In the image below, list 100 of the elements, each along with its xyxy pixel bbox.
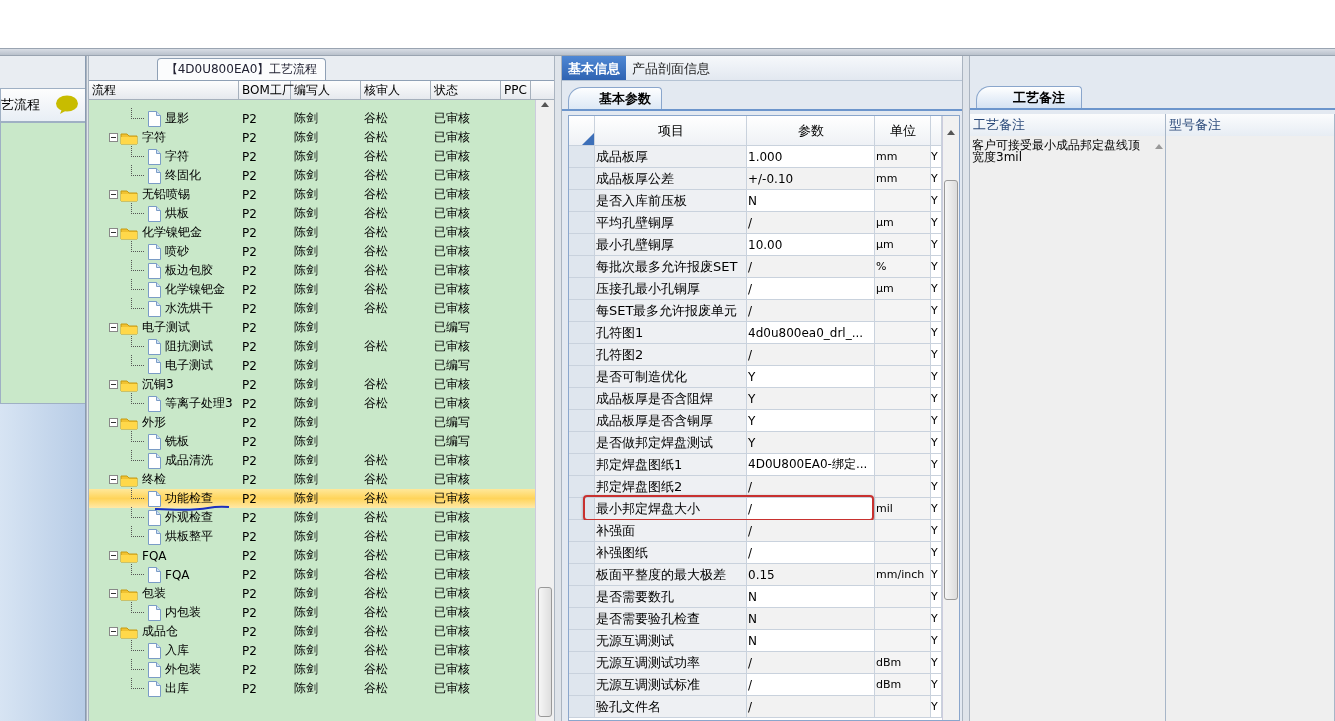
- collapse-icon[interactable]: [109, 475, 118, 484]
- table-cell-text: 已审核: [433, 680, 471, 697]
- table-cell-text: P2: [241, 415, 258, 430]
- folder-icon: [120, 472, 138, 487]
- folder-icon: [120, 130, 138, 145]
- tree-row[interactable]: 终固化 P2 陈剑 谷松 已审核: [89, 166, 535, 185]
- table-cell: [875, 344, 931, 366]
- tree-row[interactable]: 板边包胶 P2 陈剑 谷松 已审核: [89, 261, 535, 280]
- tree-row[interactable]: 化学镍钯金 P2 陈剑 谷松 已审核: [89, 280, 535, 299]
- table-cell-text: 陈剑: [293, 376, 319, 393]
- table-cell-text: 谷松: [363, 129, 389, 146]
- tree-row[interactable]: 显影 P2 陈剑 谷松 已审核: [89, 109, 535, 128]
- tree-row[interactable]: 烘板整平 P2 陈剑 谷松 已审核: [89, 527, 535, 546]
- sub-tab[interactable]: 工艺备注: [976, 86, 1082, 108]
- sub-tab[interactable]: 基本参数: [568, 87, 662, 109]
- tree-row[interactable]: 内包装 P2 陈剑 谷松 已审核: [89, 603, 535, 622]
- tree-row[interactable]: 成品仓 P2 陈剑 谷松 已审核: [89, 622, 535, 641]
- tree-row[interactable]: 等离子处理3 P2 陈剑 谷松 已审核: [89, 394, 535, 413]
- tab[interactable]: 基本信息: [562, 56, 626, 80]
- collapse-icon[interactable]: [109, 228, 118, 237]
- column-header[interactable]: PPC: [501, 81, 531, 99]
- tree-row[interactable]: 终检 P2 陈剑 谷松 已审核: [89, 470, 535, 489]
- splitter-bar[interactable]: [0, 48, 1335, 56]
- table-cell: 邦定焊盘图纸2: [595, 476, 747, 498]
- table-cell: 补强面: [595, 520, 747, 542]
- collapse-icon[interactable]: [109, 380, 118, 389]
- table-cell: μm: [875, 212, 931, 234]
- table-cell-text: P2: [241, 168, 258, 183]
- tree-row[interactable]: 入库 P2 陈剑 谷松 已审核: [89, 641, 535, 660]
- tree-row[interactable]: 烘板 P2 陈剑 谷松 已审核: [89, 204, 535, 223]
- table-cell-text: P2: [241, 149, 258, 164]
- table-cell: 0.15: [747, 564, 875, 586]
- tree-row[interactable]: FQA P2 陈剑 谷松 已审核: [89, 565, 535, 584]
- table-cell-text: 陈剑: [293, 509, 319, 526]
- tree-row[interactable]: 无铅喷锡 P2 陈剑 谷松 已审核: [89, 185, 535, 204]
- tree-row[interactable]: 沉铜3 P2 陈剑 谷松 已审核: [89, 375, 535, 394]
- tree-row[interactable]: 外包装 P2 陈剑 谷松 已审核: [89, 660, 535, 679]
- tree-row[interactable]: 出库 P2 陈剑 谷松 已审核: [89, 679, 535, 698]
- tree-row[interactable]: 功能检查 P2 陈剑 谷松 已审核: [89, 489, 535, 508]
- table-cell: [875, 476, 931, 498]
- tree-row[interactable]: FQA P2 陈剑 谷松 已审核: [89, 546, 535, 565]
- tree-row[interactable]: 化学镍钯金 P2 陈剑 谷松 已审核: [89, 223, 535, 242]
- splitter[interactable]: [554, 56, 562, 721]
- tree-label: 烘板整平: [165, 528, 213, 545]
- table-cell-text: 谷松: [363, 148, 389, 165]
- table-cell: 板面平整度的最大极差: [595, 564, 747, 586]
- table-cell: N: [747, 608, 875, 630]
- table-cell-text: P2: [241, 396, 258, 411]
- collapse-icon[interactable]: [109, 190, 118, 199]
- collapse-icon[interactable]: [109, 323, 118, 332]
- tree-row[interactable]: 电子测试 P2 陈剑 已编写: [89, 318, 535, 337]
- table-cell-text: 谷松: [363, 566, 389, 583]
- tree-row[interactable]: 字符 P2 陈剑 谷松 已审核: [89, 147, 535, 166]
- column-header[interactable]: 型号备注: [1166, 114, 1335, 137]
- table-cell-text: 谷松: [363, 585, 389, 602]
- tree-row[interactable]: 电子测试 P2 陈剑 已编写: [89, 356, 535, 375]
- collapse-icon[interactable]: [109, 418, 118, 427]
- tree-row[interactable]: 字符 P2 陈剑 谷松 已审核: [89, 128, 535, 147]
- table-cell: 压接孔最小孔铜厚: [595, 278, 747, 300]
- tree-row[interactable]: 水洗烘干 P2 陈剑 谷松 已审核: [89, 299, 535, 318]
- table-cell-text: 陈剑: [293, 148, 319, 165]
- tree-row[interactable]: 喷砂 P2 陈剑 谷松 已审核: [89, 242, 535, 261]
- column-header[interactable]: 流程: [89, 81, 239, 99]
- collapse-icon[interactable]: [109, 551, 118, 560]
- column-header[interactable]: 工艺备注: [970, 114, 1166, 137]
- row-header[interactable]: [569, 498, 595, 520]
- table-cell-text: 谷松: [363, 338, 389, 355]
- scrollbar-thumb[interactable]: [538, 587, 552, 717]
- tree-row[interactable]: 铣板 P2 陈剑 已编写: [89, 432, 535, 451]
- table-cell: 成品板厚公差: [595, 168, 747, 190]
- splitter[interactable]: [86, 56, 89, 721]
- table-cell: [875, 432, 931, 454]
- table-cell-text: P2: [241, 301, 258, 316]
- table-cell: /: [747, 300, 875, 322]
- tree-row[interactable]: 阻抗测试 P2 陈剑 谷松 已审核: [89, 337, 535, 356]
- table-cell: [875, 542, 931, 564]
- column-header[interactable]: 状态: [431, 81, 501, 99]
- tree-row[interactable]: 成品清洗 P2 陈剑 谷松 已审核: [89, 451, 535, 470]
- splitter[interactable]: [962, 56, 970, 721]
- panel-tab[interactable]: 【4D0U800EA0】工艺流程: [156, 58, 327, 80]
- tree-label: 电子测试: [165, 357, 213, 374]
- tree-row[interactable]: 外观检查 P2 陈剑 谷松 已审核: [89, 508, 535, 527]
- table-cell-text: 陈剑: [293, 566, 319, 583]
- table-cell-text: 陈剑: [293, 680, 319, 697]
- table-cell-text: 已审核: [433, 338, 471, 355]
- tree-row[interactable]: 包装 P2 陈剑 谷松 已审核: [89, 584, 535, 603]
- table-cell-text: 陈剑: [293, 167, 319, 184]
- collapse-icon[interactable]: [109, 589, 118, 598]
- document-icon: [147, 110, 161, 127]
- row-header[interactable]: [569, 476, 595, 498]
- collapse-icon[interactable]: [109, 627, 118, 636]
- column-header[interactable]: 核审人: [361, 81, 431, 99]
- tree-row[interactable]: 外形 P2 陈剑 已编写: [89, 413, 535, 432]
- table-cell-text: 已审核: [433, 262, 471, 279]
- scrollbar-thumb[interactable]: [944, 180, 958, 600]
- document-icon: [147, 528, 161, 545]
- table-cell-text: 谷松: [363, 395, 389, 412]
- table-cell-text: P2: [241, 548, 258, 563]
- tab[interactable]: 产品剖面信息: [626, 56, 716, 80]
- collapse-icon[interactable]: [109, 133, 118, 142]
